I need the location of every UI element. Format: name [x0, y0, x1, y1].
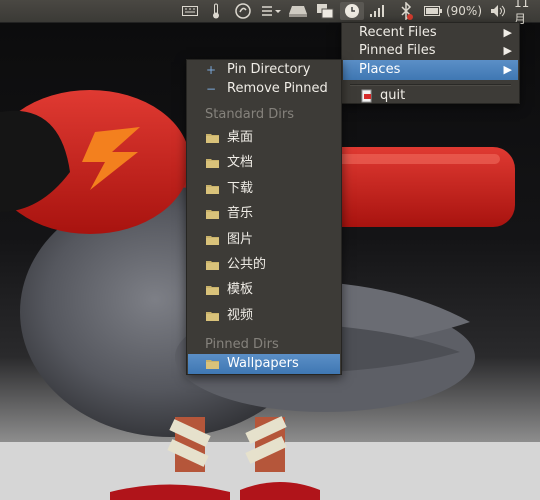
list-menu-icon[interactable]: [259, 2, 283, 20]
quit-icon: [361, 89, 372, 103]
menu-item-label: 图片: [227, 232, 254, 247]
menu-item-dir-public[interactable]: 公共的: [188, 255, 340, 275]
menu-item-dir-music[interactable]: 音乐: [188, 204, 340, 224]
menu-item-label: Wallpapers: [227, 356, 299, 371]
indicator-menu: Recent Files ▶ Pinned Files ▶ Places ▶ q…: [341, 22, 520, 104]
menu-item-quit[interactable]: quit: [343, 86, 518, 106]
menu-item-remove-pinned[interactable]: − Remove Pinned: [188, 79, 340, 99]
menu-item-label: 模板: [227, 282, 254, 297]
menu-item-label: Recent Files: [359, 25, 437, 40]
menu-item-dir-templates[interactable]: 模板: [188, 280, 340, 300]
folder-icon: [206, 236, 219, 245]
standard-dirs-header: Standard Dirs: [205, 107, 295, 122]
disc-icon[interactable]: [233, 2, 253, 20]
top-panel: (90%) 11月: [0, 0, 540, 26]
folder-icon: [206, 159, 219, 168]
menu-item-label: 下载: [227, 181, 254, 196]
menu-item-label: Pinned Files: [359, 43, 436, 58]
folder-icon: [206, 360, 219, 369]
menu-item-pinned-files[interactable]: Pinned Files ▶: [343, 41, 518, 61]
keyboard-icon[interactable]: [180, 2, 200, 20]
plus-icon: +: [206, 63, 217, 77]
places-submenu: + Pin Directory − Remove Pinned Standard…: [186, 59, 342, 375]
drive-icon[interactable]: [287, 2, 309, 20]
menu-item-label: quit: [380, 88, 406, 103]
menu-item-dir-pictures[interactable]: 图片: [188, 230, 340, 250]
menu-item-label: 视频: [227, 308, 254, 323]
submenu-arrow-icon: ▶: [503, 44, 512, 57]
menu-item-pin-directory[interactable]: + Pin Directory: [188, 60, 340, 80]
menu-item-places[interactable]: Places ▶: [343, 60, 518, 80]
volume-icon[interactable]: [488, 2, 508, 20]
places-indicator-icon[interactable]: [340, 2, 364, 20]
folder-icon: [206, 312, 219, 321]
minus-icon: −: [206, 82, 217, 96]
pinned-dirs-header: Pinned Dirs: [205, 337, 279, 352]
folder-icon: [206, 134, 219, 143]
submenu-arrow-icon: ▶: [503, 26, 512, 39]
menu-item-recent-files[interactable]: Recent Files ▶: [343, 23, 518, 43]
folder-icon: [206, 210, 219, 219]
menu-item-dir-wallpapers[interactable]: Wallpapers: [188, 354, 340, 374]
menu-item-label: 公共的: [227, 257, 267, 272]
menu-item-label: 文档: [227, 155, 254, 170]
menu-item-label: 桌面: [227, 130, 254, 145]
signal-strength-icon[interactable]: [367, 2, 387, 20]
menu-item-dir-downloads[interactable]: 下载: [188, 179, 340, 199]
menu-item-dir-videos[interactable]: 视频: [188, 306, 340, 326]
folder-icon: [206, 286, 219, 295]
folder-icon: [206, 261, 219, 270]
battery-percentage[interactable]: (90%): [444, 2, 484, 20]
thermometer-icon[interactable]: [207, 2, 225, 20]
menu-item-label: Remove Pinned: [227, 81, 328, 96]
folder-icon: [206, 185, 219, 194]
menu-item-label: Places: [359, 62, 401, 77]
menu-item-dir-desktop[interactable]: 桌面: [188, 128, 340, 148]
bluetooth-icon[interactable]: [396, 2, 416, 20]
menu-item-dir-documents[interactable]: 文档: [188, 153, 340, 173]
battery-icon[interactable]: [423, 2, 443, 20]
clock[interactable]: 11月: [514, 0, 540, 26]
submenu-arrow-icon: ▶: [503, 63, 512, 76]
menu-item-label: Pin Directory: [227, 62, 311, 77]
windows-icon[interactable]: [314, 2, 336, 20]
menu-item-label: 音乐: [227, 206, 254, 221]
